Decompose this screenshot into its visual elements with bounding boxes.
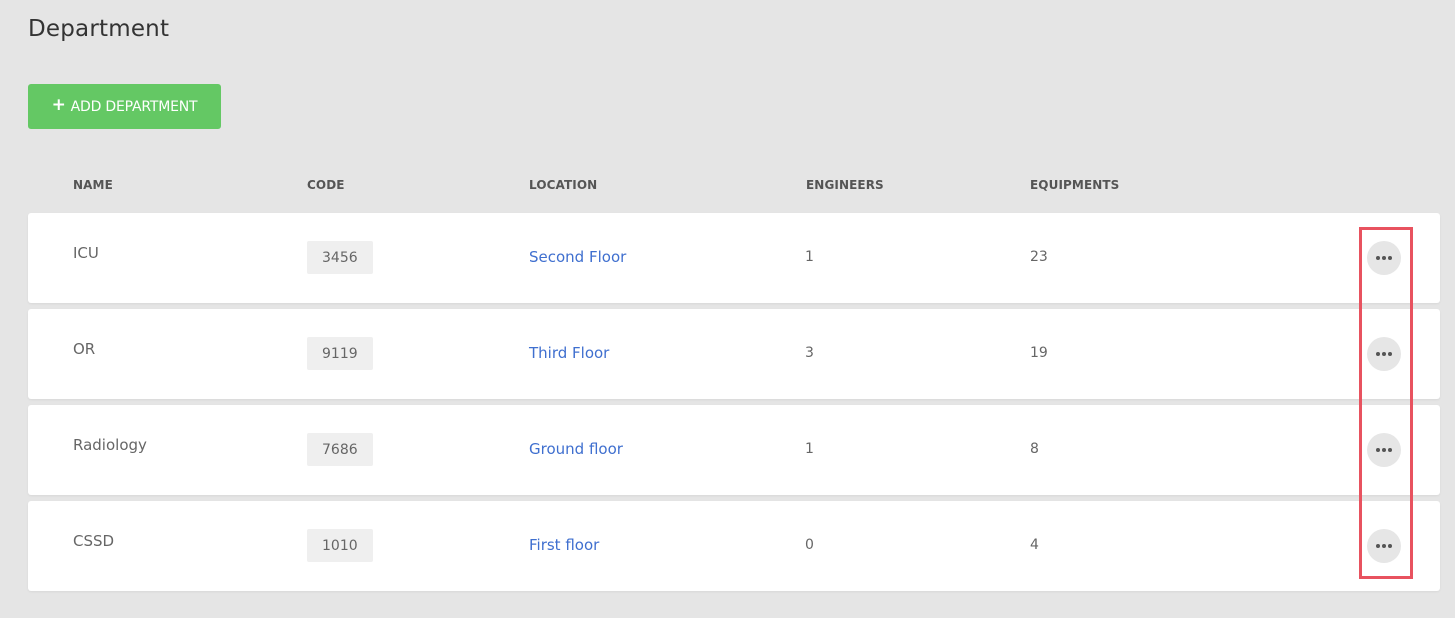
column-header-code: CODE [307, 178, 345, 192]
row-actions-button[interactable] [1367, 241, 1401, 275]
page-title: Department [28, 16, 170, 42]
equipments-count: 19 [1030, 345, 1048, 361]
table-row: CSSD 1010 First floor 0 4 [28, 501, 1440, 591]
table-header: NAME CODE LOCATION ENGINEERS EQUIPMENTS [28, 178, 1440, 196]
engineers-count: 1 [805, 441, 814, 457]
department-table-body: ICU 3456 Second Floor 1 23 OR 9119 Third… [28, 213, 1440, 597]
equipments-count: 8 [1030, 441, 1039, 457]
department-code-badge: 9119 [307, 337, 373, 370]
more-horizontal-icon [1376, 448, 1392, 452]
column-header-equipments: EQUIPMENTS [1030, 178, 1120, 192]
department-location-link[interactable]: Second Floor [529, 248, 626, 266]
department-name: Radiology [73, 436, 147, 454]
plus-icon: + [51, 95, 66, 115]
add-department-label: ADD DEPARTMENT [70, 98, 198, 115]
row-actions-button[interactable] [1367, 337, 1401, 371]
table-row: ICU 3456 Second Floor 1 23 [28, 213, 1440, 303]
department-name: CSSD [73, 532, 115, 550]
department-code-badge: 1010 [307, 529, 373, 562]
column-header-engineers: ENGINEERS [806, 178, 884, 192]
more-horizontal-icon [1376, 352, 1392, 356]
more-horizontal-icon [1376, 544, 1392, 548]
engineers-count: 1 [805, 249, 814, 265]
department-location-link[interactable]: Ground floor [529, 440, 623, 458]
department-location-link[interactable]: First floor [529, 536, 599, 554]
department-code-badge: 3456 [307, 241, 373, 274]
engineers-count: 0 [805, 537, 814, 553]
row-actions-button[interactable] [1367, 433, 1401, 467]
department-code-badge: 7686 [307, 433, 373, 466]
department-page: Department + ADD DEPARTMENT NAME CODE LO… [0, 0, 1455, 618]
table-row: Radiology 7686 Ground floor 1 8 [28, 405, 1440, 495]
engineers-count: 3 [805, 345, 814, 361]
table-row: OR 9119 Third Floor 3 19 [28, 309, 1440, 399]
department-name: ICU [73, 244, 99, 262]
add-department-button[interactable]: + ADD DEPARTMENT [28, 84, 221, 129]
column-header-location: LOCATION [529, 178, 598, 192]
column-header-name: NAME [73, 178, 113, 192]
row-actions-button[interactable] [1367, 529, 1401, 563]
department-location-link[interactable]: Third Floor [529, 344, 609, 362]
more-horizontal-icon [1376, 256, 1392, 260]
equipments-count: 23 [1030, 249, 1048, 265]
department-name: OR [73, 340, 96, 358]
equipments-count: 4 [1030, 537, 1039, 553]
